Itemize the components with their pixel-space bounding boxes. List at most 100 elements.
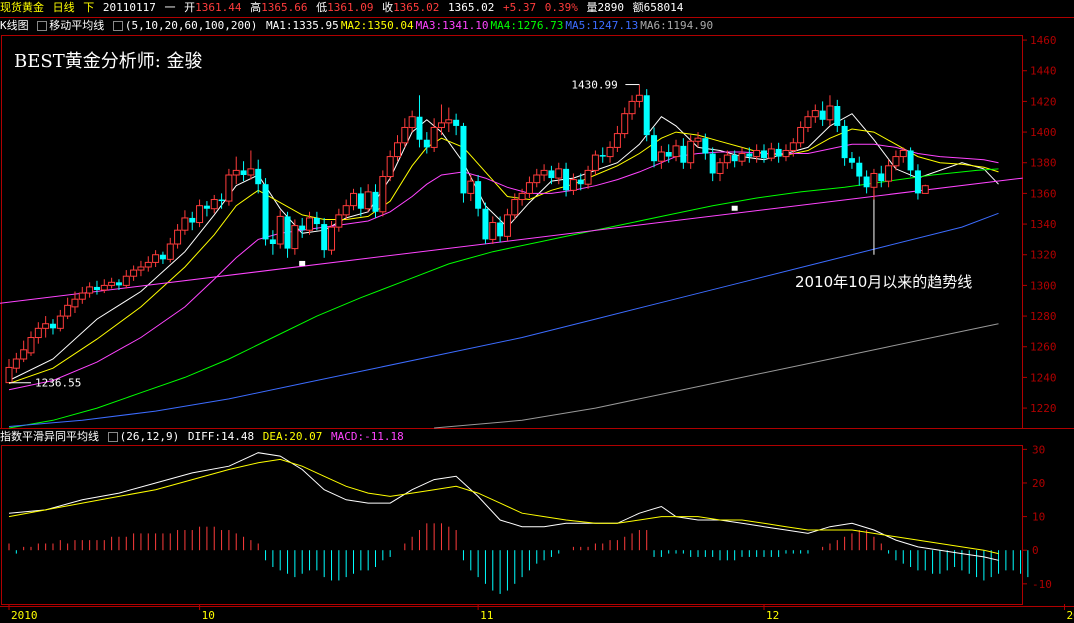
instrument-name[interactable]: 现货黄金 bbox=[0, 1, 44, 14]
candle-body bbox=[665, 152, 672, 157]
low-label: 低 bbox=[316, 1, 328, 14]
candle bbox=[914, 164, 921, 200]
candle bbox=[166, 237, 174, 263]
candle bbox=[584, 165, 592, 189]
arrow-label: 下 bbox=[83, 1, 95, 14]
candle bbox=[907, 147, 914, 177]
candle-body bbox=[379, 176, 387, 213]
candle bbox=[811, 104, 819, 123]
candle-body bbox=[27, 337, 35, 354]
candle bbox=[635, 84, 643, 108]
macd-panel[interactable] bbox=[8, 452, 1029, 594]
kline-panel[interactable]: 1430.99 1236.55 bbox=[0, 79, 1023, 429]
ma-value-6: MA6:1194.90 bbox=[640, 19, 714, 32]
chart-canvas: 1430.991236.55 1220124012601280130013201… bbox=[0, 17, 1074, 622]
macd-tick-label-4: -10 bbox=[1032, 578, 1052, 591]
candle-body bbox=[372, 191, 379, 212]
candle bbox=[12, 352, 20, 373]
candle bbox=[687, 135, 695, 169]
candle-body bbox=[262, 184, 269, 240]
macd-border bbox=[1, 445, 1023, 605]
candle bbox=[628, 95, 636, 120]
high-annotation: 1430.99 bbox=[571, 79, 617, 92]
candle-body bbox=[635, 94, 643, 102]
date-tick-label-3: 12 bbox=[766, 609, 779, 622]
close-value: 1365.02 bbox=[393, 1, 440, 14]
candle bbox=[548, 165, 555, 185]
candle bbox=[775, 142, 782, 163]
candle-body bbox=[746, 153, 753, 157]
candle-body bbox=[210, 199, 218, 210]
macd-dea-value: DEA:20.07 bbox=[262, 430, 323, 443]
candle bbox=[5, 359, 13, 384]
candle bbox=[503, 208, 511, 241]
candle bbox=[299, 217, 306, 238]
candle bbox=[445, 107, 453, 133]
candle bbox=[379, 170, 387, 217]
candle bbox=[108, 277, 116, 289]
ma-value-1: MA1:1335.95 bbox=[265, 19, 339, 32]
candle-body bbox=[482, 208, 489, 240]
candle bbox=[460, 122, 467, 203]
candle bbox=[841, 119, 848, 166]
price-tick-label-6: 1340 bbox=[1030, 218, 1057, 231]
candle-body bbox=[321, 224, 328, 251]
ma-legend-bar: K线图 移动平均线 (5,10,20,60,100,200) MA1:1335.… bbox=[0, 18, 1074, 34]
price-tick-label-0: 1220 bbox=[1030, 402, 1057, 415]
candle-body bbox=[563, 168, 570, 191]
candle-body bbox=[20, 349, 28, 360]
candle bbox=[826, 95, 834, 126]
date-tick-label-1: 10 bbox=[202, 609, 215, 622]
candle bbox=[651, 127, 658, 168]
candle bbox=[20, 340, 28, 363]
candle-body bbox=[503, 214, 511, 237]
candle bbox=[430, 118, 438, 152]
ma-line-3 bbox=[8, 143, 999, 391]
expand-box-icon[interactable] bbox=[37, 21, 48, 31]
candle bbox=[621, 107, 629, 139]
candle-body bbox=[276, 215, 284, 245]
candle-body bbox=[181, 217, 189, 231]
candle-body bbox=[555, 168, 563, 179]
ma-value-5: MA5:1247.13 bbox=[565, 19, 639, 32]
candle bbox=[731, 150, 738, 168]
candle bbox=[86, 282, 94, 298]
ma-line-1 bbox=[8, 113, 999, 381]
amount-label: 额 bbox=[632, 1, 644, 14]
candle-body bbox=[342, 205, 350, 216]
macd-indicator-name[interactable]: 指数平滑异同平均线 bbox=[0, 430, 99, 443]
candle-body bbox=[152, 254, 160, 263]
candle bbox=[210, 194, 218, 214]
candle-body bbox=[408, 116, 416, 128]
candle bbox=[196, 199, 204, 228]
candle-body bbox=[100, 284, 108, 291]
candle bbox=[335, 208, 343, 232]
settings-box-icon[interactable] bbox=[112, 21, 123, 31]
ma-value-4: MA4:1276.73 bbox=[490, 19, 564, 32]
candle-body bbox=[914, 170, 921, 194]
analyst-label: BEST黄金分析师: 金骏 bbox=[14, 51, 203, 72]
candle-body bbox=[680, 145, 687, 163]
candle-body bbox=[137, 266, 145, 271]
candle-body bbox=[584, 169, 592, 185]
macd-diff-value: DIFF:14.48 bbox=[187, 430, 255, 443]
macd-dea-line bbox=[8, 458, 999, 555]
candle-body bbox=[760, 150, 767, 159]
candle bbox=[159, 251, 166, 264]
candle bbox=[93, 280, 100, 295]
candle-body bbox=[247, 168, 255, 176]
candle-body bbox=[401, 126, 409, 144]
candle-body bbox=[240, 170, 247, 175]
period-label[interactable]: 日线 bbox=[53, 1, 75, 14]
candle-body bbox=[255, 168, 262, 185]
candle-body bbox=[511, 199, 519, 216]
kline-title[interactable]: K线图 bbox=[0, 19, 29, 32]
macd-settings-box-icon[interactable] bbox=[107, 432, 118, 442]
candle bbox=[269, 230, 276, 255]
candle bbox=[386, 150, 394, 182]
candle bbox=[189, 211, 196, 231]
ma-indicator-name[interactable]: 移动平均线 bbox=[49, 19, 104, 32]
candle-body bbox=[122, 275, 130, 286]
candle bbox=[247, 150, 255, 180]
candle-body bbox=[350, 192, 358, 207]
